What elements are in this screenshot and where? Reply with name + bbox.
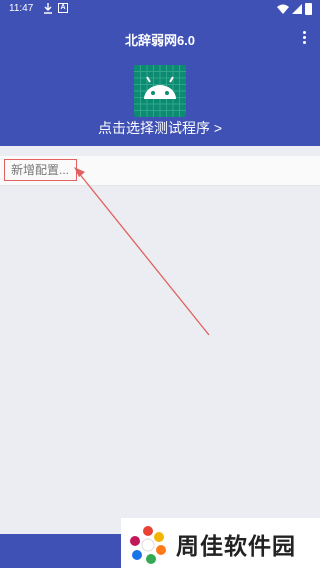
watermark-text: 周佳软件园 [176,534,296,560]
new-config-button[interactable]: 新增配置... [4,159,77,181]
a-notification-icon: A [58,3,68,13]
download-icon [44,3,52,14]
watermark-logo-icon [130,526,166,564]
select-test-app-link[interactable]: 点击选择测试程序 > [0,118,320,138]
android-app-icon[interactable] [134,65,186,117]
section-divider [0,146,320,156]
page-title: 北辞弱网6.0 [124,33,196,48]
signal-icon [292,4,302,14]
overflow-menu-icon[interactable] [298,29,310,47]
battery-icon [305,3,312,15]
status-bar: 11:47 A [0,0,320,18]
app-bar: 北辞弱网6.0 点击选择测试程序 > [0,18,320,146]
wifi-icon [277,4,289,14]
status-time: 11:47 [9,3,34,14]
